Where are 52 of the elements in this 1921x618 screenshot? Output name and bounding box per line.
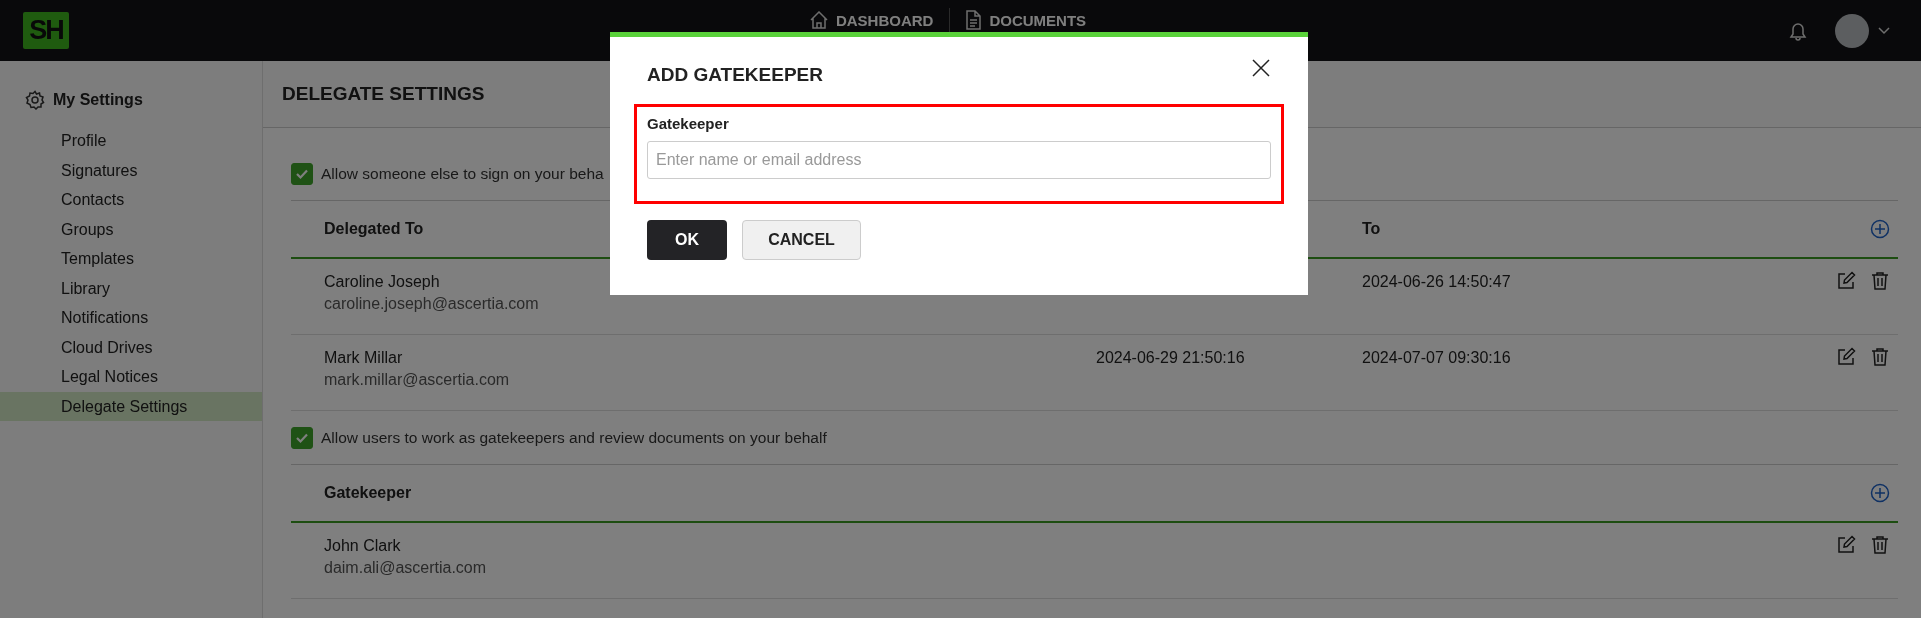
sidebar-item[interactable]: Profile <box>0 126 262 156</box>
sidebar-title: My Settings <box>53 91 143 109</box>
person-name: Mark Millar <box>324 348 403 368</box>
gear-icon <box>25 90 45 110</box>
nav-link[interactable]: DOCUMENTS <box>950 10 1103 30</box>
sidebar-item[interactable]: Notifications <box>0 303 262 333</box>
page-title: DELEGATE SETTINGS <box>282 83 485 105</box>
checkbox[interactable] <box>291 426 313 449</box>
sidebar-item[interactable]: Signatures <box>0 155 262 185</box>
checkbox[interactable] <box>291 162 313 185</box>
close-icon[interactable] <box>1251 57 1271 78</box>
cancel-button[interactable]: CANCEL <box>742 220 861 260</box>
checkbox-label: Allow users to work as gatekeepers and review documents on your behalf <box>321 428 827 447</box>
sidebar-item[interactable]: Library <box>0 273 262 303</box>
app-logo: SH <box>23 12 69 49</box>
sidebar-item[interactable]: Templates <box>0 244 262 274</box>
home-icon <box>809 11 828 29</box>
add-circle-icon[interactable] <box>1870 219 1890 239</box>
person-email: daim.ali@ascertia.com <box>324 558 487 578</box>
sidebar-item[interactable]: Cloud Drives <box>0 332 262 362</box>
gatekeeper-input[interactable]: Enter name or email address <box>647 141 1271 179</box>
add-circle-icon[interactable] <box>1870 483 1890 503</box>
field-label: Gatekeeper <box>647 115 730 132</box>
column-header: To <box>1362 220 1381 238</box>
checkbox-label: Allow someone else to sign on your beha <box>321 164 604 183</box>
dialog-title: ADD GATEKEEPER <box>647 63 823 86</box>
person-name: Caroline Joseph <box>324 272 440 292</box>
sidebar-item[interactable]: Legal Notices <box>0 362 262 392</box>
chevron-down-icon[interactable] <box>1877 25 1891 36</box>
checkmark-icon <box>295 431 309 444</box>
nav-link[interactable]: DASHBOARD <box>793 11 950 29</box>
edit-icon[interactable] <box>1836 271 1856 291</box>
sidebar-item[interactable]: Delegate Settings <box>0 391 262 421</box>
avatar[interactable] <box>1835 13 1869 48</box>
trash-icon[interactable] <box>1870 535 1890 555</box>
column-header: Delegated To <box>324 220 424 238</box>
person-email: caroline.joseph@ascertia.com <box>324 294 539 314</box>
trash-icon[interactable] <box>1870 271 1890 291</box>
edit-icon[interactable] <box>1836 347 1856 367</box>
sidebar-item[interactable]: Contacts <box>0 185 262 215</box>
sidebar-item[interactable]: Groups <box>0 214 262 244</box>
trash-icon[interactable] <box>1870 347 1890 367</box>
person-name: John Clark <box>324 536 401 556</box>
column-header: Gatekeeper <box>324 484 412 502</box>
date-cell-text: 2024-06-26 14:50:47 <box>1362 272 1511 292</box>
document-icon <box>966 10 982 30</box>
checkmark-icon <box>295 167 309 180</box>
date-cell-text: 2024-06-29 21:50:16 <box>1096 348 1245 368</box>
date-cell-text: 2024-07-07 09:30:16 <box>1362 348 1511 368</box>
ok-button[interactable]: OK <box>647 220 727 260</box>
person-email: mark.millar@ascertia.com <box>324 370 510 390</box>
edit-icon[interactable] <box>1836 535 1856 555</box>
